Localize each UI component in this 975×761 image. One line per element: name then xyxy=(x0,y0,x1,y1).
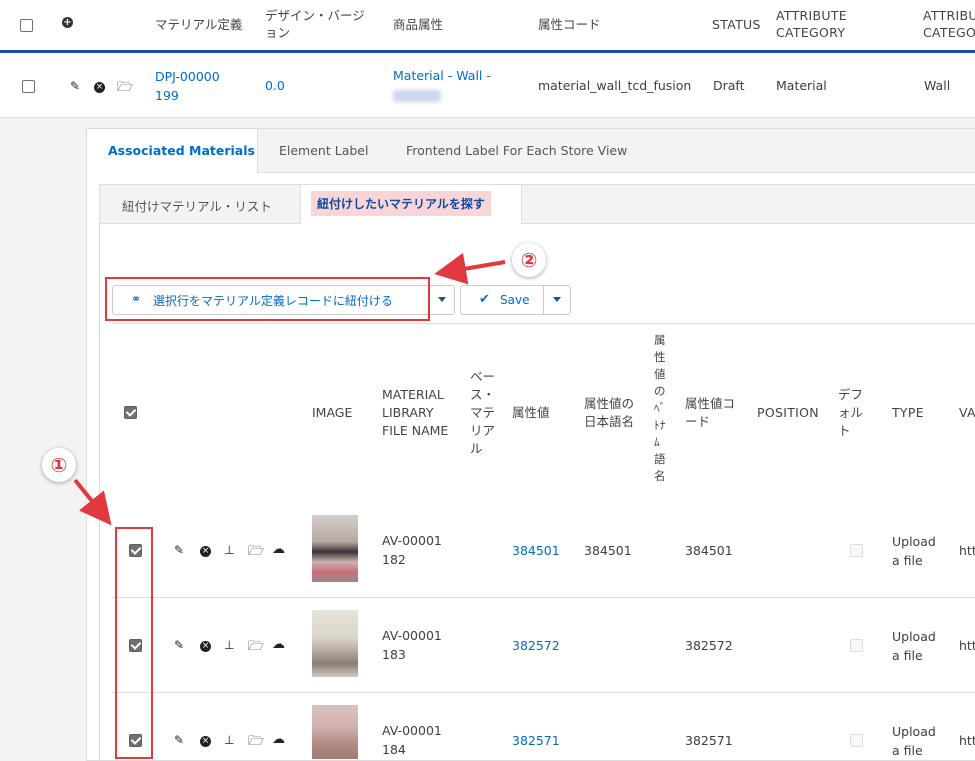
arrow-to-link-button xyxy=(434,252,506,285)
arrow-to-checkboxes xyxy=(73,478,112,526)
annotation-arrows xyxy=(73,252,506,526)
